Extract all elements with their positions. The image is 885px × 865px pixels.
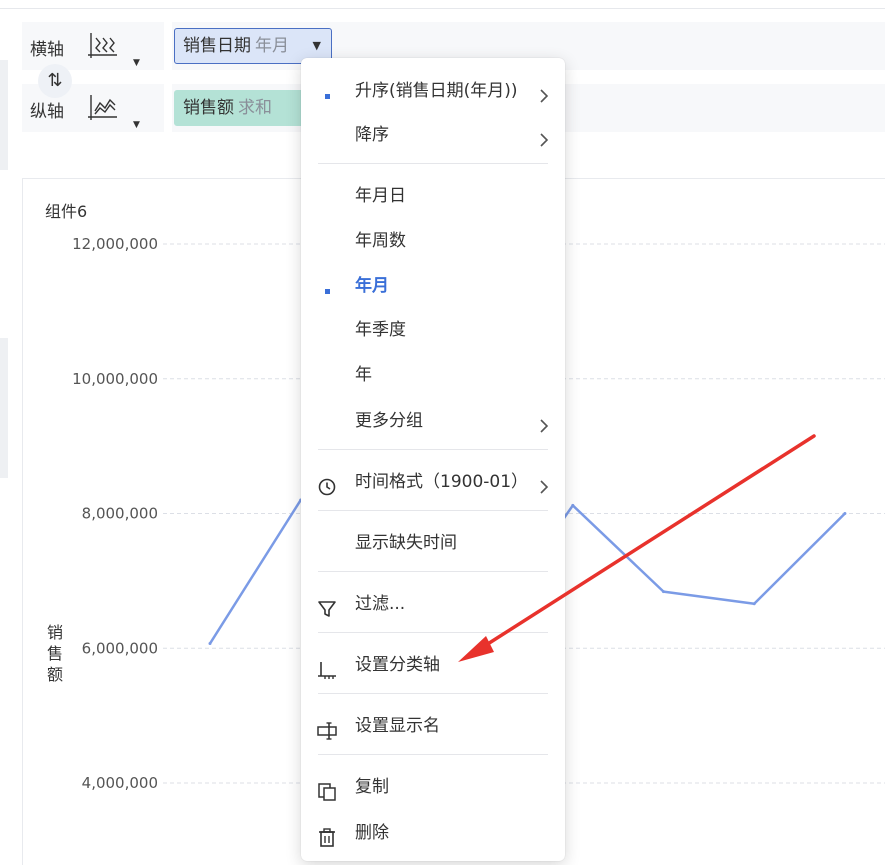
menu-item-delete[interactable]: 删除 [301,810,565,850]
y-axis-title: 销售额 [46,623,63,684]
chevron-right-icon [540,89,549,103]
data-point[interactable] [571,503,575,507]
series-line-segment [752,512,847,606]
data-point[interactable] [752,602,756,606]
y-tick-label: 10,000,000 [72,370,158,388]
y-tick-label: 8,000,000 [82,505,158,523]
data-point[interactable] [843,512,847,515]
data-point[interactable] [208,642,212,646]
data-point[interactable] [662,590,665,594]
series-line-segment [208,498,302,645]
menu-item-set-category-axis[interactable]: 设置分类轴 [301,642,565,682]
menu-item-sort-ascending[interactable]: 升序(销售日期(年月)) [301,68,565,108]
filter-icon [318,601,336,617]
menu-item-copy[interactable]: 复制 [301,764,565,804]
chevron-right-icon [540,480,549,494]
menu-item-group-year-month-day[interactable]: 年月日 [301,173,565,213]
clock-icon [318,478,336,496]
copy-icon [318,783,336,801]
menu-item-show-missing-time[interactable]: 显示缺失时间 [301,520,565,560]
category-axis-icon [318,662,336,679]
y-tick-label: 12,000,000 [72,235,158,253]
menu-item-time-format[interactable]: 时间格式（1900-01） [301,459,565,499]
menu-item-set-display-name[interactable]: 设置显示名 [301,703,565,743]
y-tick-label: 4,000,000 [82,774,158,792]
series-line-segment [571,504,665,593]
menu-item-group-year-quarter[interactable]: 年季度 [301,307,565,347]
trash-icon [319,828,335,847]
selected-indicator [325,289,330,294]
menu-item-group-year[interactable]: 年 [301,352,565,392]
rename-icon [317,722,337,740]
chevron-right-icon [540,419,549,433]
series-line-segment [662,590,756,606]
y-tick-label: 6,000,000 [82,639,158,657]
menu-item-group-year-week[interactable]: 年周数 [301,218,565,258]
menu-item-filter[interactable]: 过滤... [301,581,565,621]
field-context-menu: 升序(销售日期(年月)) 降序 年月日 年周数 年月 年季度 年 更多分组 时间… [301,58,565,861]
menu-item-sort-descending[interactable]: 降序 [301,112,565,152]
menu-item-more-grouping[interactable]: 更多分组 [301,398,565,438]
chevron-right-icon [540,133,549,147]
selected-indicator [325,94,330,99]
menu-item-group-year-month[interactable]: 年月 [301,263,565,303]
